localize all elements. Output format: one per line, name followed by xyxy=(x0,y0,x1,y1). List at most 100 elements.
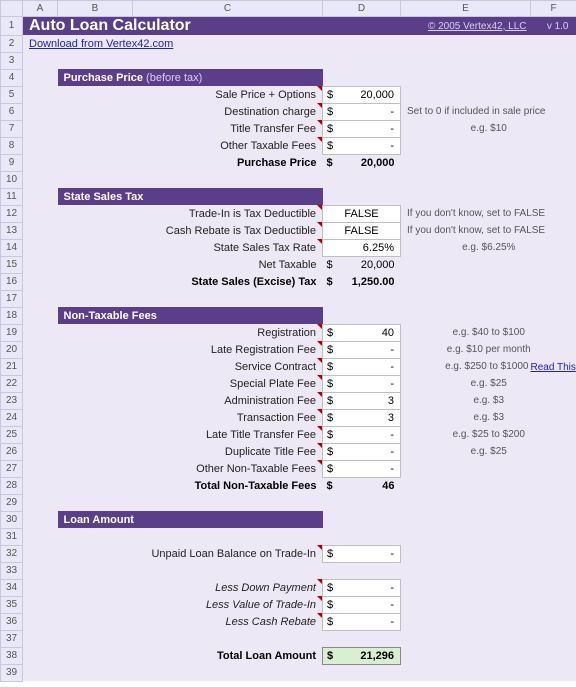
row-34[interactable]: 34 xyxy=(1,579,23,596)
label-cash-rebate: Less Cash Rebate xyxy=(58,613,323,630)
row-6[interactable]: 6 xyxy=(1,103,23,120)
column-headers: ABCDEF xyxy=(1,1,576,17)
row-35[interactable]: 35 xyxy=(1,596,23,613)
col-F[interactable]: F xyxy=(531,1,576,17)
row-33[interactable]: 33 xyxy=(1,562,23,579)
col-A[interactable]: A xyxy=(23,1,58,17)
row-10[interactable]: 10 xyxy=(1,171,23,188)
input-late-reg[interactable]: $- xyxy=(323,341,401,358)
label-tax-total: State Sales (Excise) Tax xyxy=(58,273,323,290)
input-transaction[interactable]: $3 xyxy=(323,409,401,426)
note-service: e.g. $250 to $1000 xyxy=(401,358,531,375)
label-net-taxable: Net Taxable xyxy=(58,256,323,273)
input-service[interactable]: $- xyxy=(323,358,401,375)
col-D[interactable]: D xyxy=(323,1,401,17)
row-31[interactable]: 31 xyxy=(1,528,23,545)
input-rebate-deduct[interactable]: FALSE xyxy=(323,222,401,239)
input-dup-title[interactable]: $- xyxy=(323,443,401,460)
row-37[interactable]: 37 xyxy=(1,630,23,647)
value-purchase-total: $20,000 xyxy=(323,154,401,171)
row-30[interactable]: 30 xyxy=(1,511,23,528)
input-admin[interactable]: $3 xyxy=(323,392,401,409)
section-purchase: Purchase Price (before tax) xyxy=(58,69,323,86)
col-C[interactable]: C xyxy=(133,1,323,17)
label-tax-rate: State Sales Tax Rate xyxy=(58,239,323,256)
input-unpaid-loan[interactable]: $- xyxy=(323,545,401,562)
row-5[interactable]: 5 xyxy=(1,86,23,103)
note-admin: e.g. $3 xyxy=(401,392,576,409)
value-fees-total: $46 xyxy=(323,477,401,494)
row-24[interactable]: 24 xyxy=(1,409,23,426)
row-12[interactable]: 12 xyxy=(1,205,23,222)
row-36[interactable]: 36 xyxy=(1,613,23,630)
spreadsheet: ABCDEF 1 Auto Loan Calculator © 2005 Ver… xyxy=(0,0,576,682)
input-destination[interactable]: $- xyxy=(323,103,401,120)
note-rebate-deduct: If you don't know, set to FALSE xyxy=(401,222,576,239)
row-2[interactable]: 2 xyxy=(1,35,23,52)
label-unpaid-loan: Unpaid Loan Balance on Trade-In xyxy=(58,545,323,562)
row-14[interactable]: 14 xyxy=(1,239,23,256)
row-22[interactable]: 22 xyxy=(1,375,23,392)
input-registration[interactable]: $40 xyxy=(323,324,401,341)
row-19[interactable]: 19 xyxy=(1,324,23,341)
row-21[interactable]: 21 xyxy=(1,358,23,375)
input-special-plate[interactable]: $- xyxy=(323,375,401,392)
row-15[interactable]: 15 xyxy=(1,256,23,273)
row-7[interactable]: 7 xyxy=(1,120,23,137)
input-title-transfer[interactable]: $- xyxy=(323,120,401,137)
row-23[interactable]: 23 xyxy=(1,392,23,409)
note-tradein-deduct: If you don't know, set to FALSE xyxy=(401,205,576,222)
col-E[interactable]: E xyxy=(401,1,531,17)
input-tradein-value[interactable]: $- xyxy=(323,596,401,613)
row-1[interactable]: 1 xyxy=(1,17,23,36)
row-3[interactable]: 3 xyxy=(1,52,23,69)
label-down-payment: Less Down Payment xyxy=(58,579,323,596)
input-other-nontax[interactable]: $- xyxy=(323,460,401,477)
label-transaction: Transaction Fee xyxy=(58,409,323,426)
row-16[interactable]: 16 xyxy=(1,273,23,290)
input-tradein-deduct[interactable]: FALSE xyxy=(323,205,401,222)
input-cash-rebate[interactable]: $- xyxy=(323,613,401,630)
row-25[interactable]: 25 xyxy=(1,426,23,443)
input-other-taxable[interactable]: $- xyxy=(323,137,401,154)
read-this-link[interactable]: Read This xyxy=(531,362,576,373)
input-sale-price[interactable]: $20,000 xyxy=(323,86,401,103)
row-29[interactable]: 29 xyxy=(1,494,23,511)
note-destination: Set to 0 if included in sale price xyxy=(401,103,576,120)
row-13[interactable]: 13 xyxy=(1,222,23,239)
row-8[interactable]: 8 xyxy=(1,137,23,154)
row-20[interactable]: 20 xyxy=(1,341,23,358)
row-26[interactable]: 26 xyxy=(1,443,23,460)
value-net-taxable: $20,000 xyxy=(323,256,401,273)
note-registration: e.g. $40 to $100 xyxy=(401,324,576,341)
row-28[interactable]: 28 xyxy=(1,477,23,494)
version: v 1.0 xyxy=(531,17,576,36)
section-fees: Non-Taxable Fees xyxy=(58,307,323,324)
note-dup-title: e.g. $25 xyxy=(401,443,576,460)
label-rebate-deduct: Cash Rebate is Tax Deductible xyxy=(58,222,323,239)
download-link[interactable]: Download from Vertex42.com xyxy=(23,35,323,52)
input-tax-rate[interactable]: 6.25% xyxy=(323,239,401,256)
row-11[interactable]: 11 xyxy=(1,188,23,205)
col-B[interactable]: B xyxy=(58,1,133,17)
row-39[interactable]: 39 xyxy=(1,664,23,681)
note-late-reg: e.g. $10 per month xyxy=(401,341,576,358)
label-tradein-value: Less Value of Trade-In xyxy=(58,596,323,613)
input-down-payment[interactable]: $- xyxy=(323,579,401,596)
input-late-title[interactable]: $- xyxy=(323,426,401,443)
row-4[interactable]: 4 xyxy=(1,69,23,86)
row-27[interactable]: 27 xyxy=(1,460,23,477)
label-service: Service Contract xyxy=(58,358,323,375)
value-loan-total: $21,296 xyxy=(323,647,401,664)
row-17[interactable]: 17 xyxy=(1,290,23,307)
label-late-reg: Late Registration Fee xyxy=(58,341,323,358)
label-sale-price: Sale Price + Options xyxy=(58,86,323,103)
copyright-link[interactable]: © 2005 Vertex42, LLC xyxy=(323,17,531,36)
note-late-title: e.g. $25 to $200 xyxy=(401,426,576,443)
row-38[interactable]: 38 xyxy=(1,647,23,664)
label-loan-total: Total Loan Amount xyxy=(58,647,323,664)
label-purchase-total: Purchase Price xyxy=(58,154,323,171)
row-9[interactable]: 9 xyxy=(1,154,23,171)
row-18[interactable]: 18 xyxy=(1,307,23,324)
row-32[interactable]: 32 xyxy=(1,545,23,562)
